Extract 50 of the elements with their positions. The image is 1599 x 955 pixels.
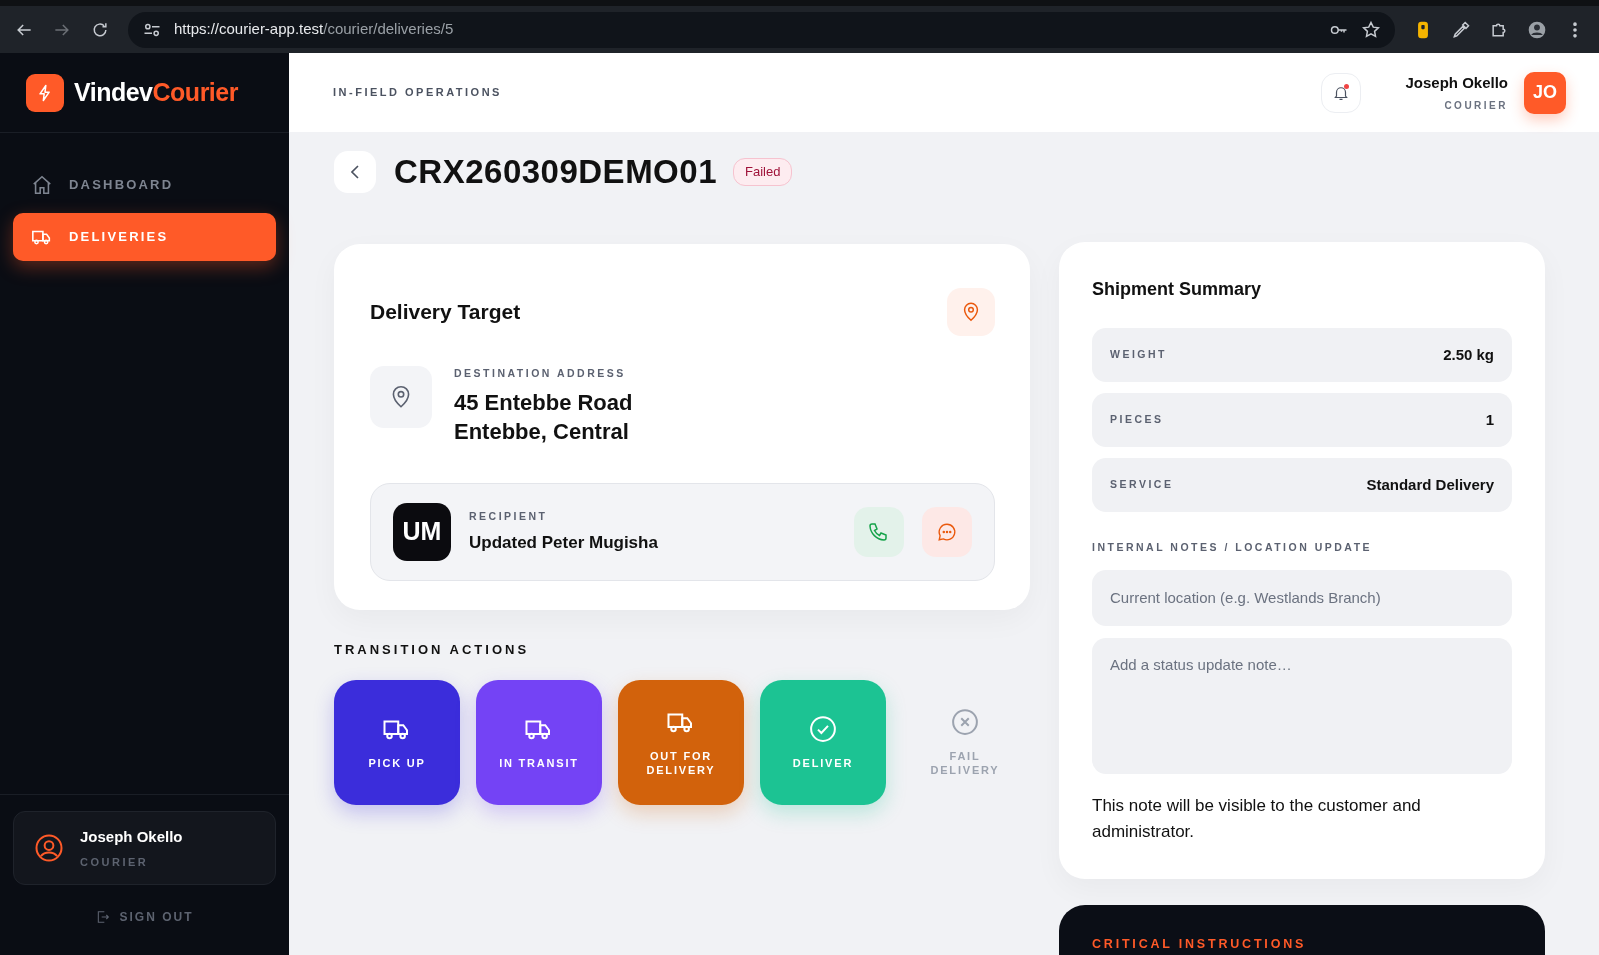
field-label: PIECES bbox=[1110, 412, 1164, 428]
card-title: Shipment Summary bbox=[1092, 278, 1263, 301]
field-label: SERVICE bbox=[1110, 477, 1174, 493]
map-pin-button[interactable] bbox=[947, 288, 995, 336]
field-label: DESTINATION ADDRESS bbox=[454, 366, 627, 381]
delivery-code: CRX260309DEMO01 bbox=[394, 152, 717, 193]
user-name: Joseph Okello bbox=[1405, 72, 1508, 93]
section-title: IN-FIELD OPERATIONS bbox=[333, 85, 503, 101]
notification-button[interactable] bbox=[1321, 72, 1362, 113]
card-title: Delivery Target bbox=[370, 299, 521, 326]
check-circle-icon bbox=[808, 713, 838, 744]
recipient-name: Updated Peter Mugisha bbox=[469, 532, 659, 555]
note-field[interactable]: Add a status update note… bbox=[1092, 637, 1512, 774]
user-name: Joseph Okello bbox=[80, 827, 183, 847]
action-button[interactable]: PICK UP bbox=[334, 679, 460, 805]
avatar: JO bbox=[1524, 71, 1566, 114]
home-icon bbox=[31, 174, 53, 196]
location-field[interactable]: Current location (e.g. Westlands Branch) bbox=[1092, 569, 1512, 626]
action-button[interactable]: IN TRANSIT bbox=[476, 679, 602, 805]
user-role: COURIER bbox=[80, 854, 150, 870]
hint-text: This note will be visible to the customer and administrator. bbox=[1092, 794, 1422, 844]
field-label: RECIPIENT bbox=[469, 508, 549, 524]
sidebar-item[interactable]: DELIVERIES bbox=[13, 213, 276, 261]
chevron-left-icon bbox=[351, 165, 359, 179]
section-heading: TRANSITION ACTIONS bbox=[334, 641, 531, 659]
action-button[interactable]: OUT FOR DELIVERY bbox=[618, 679, 744, 805]
field-label: WEIGHT bbox=[1110, 347, 1167, 363]
avatar-icon[interactable] bbox=[1527, 19, 1547, 40]
status-badge: Failed bbox=[733, 158, 793, 186]
field-value: Standard Delivery bbox=[1366, 474, 1494, 495]
action-button[interactable]: DELIVER bbox=[760, 679, 886, 805]
user-icon bbox=[34, 833, 64, 863]
eyedropper-icon[interactable] bbox=[1451, 19, 1471, 40]
field-label: INTERNAL NOTES / LOCATION UPDATE bbox=[1092, 540, 1374, 555]
brand-name: VindevCourier bbox=[74, 76, 238, 108]
user-role: COURIER bbox=[1443, 99, 1508, 114]
field-value: 2.50 kg bbox=[1443, 344, 1494, 365]
address-bar[interactable]: https://courier-app.test/courier/deliveries/5 bbox=[128, 11, 1395, 48]
recipient-avatar: UM bbox=[393, 503, 451, 562]
sign-out-icon bbox=[95, 909, 112, 925]
field-value: 1 bbox=[1485, 409, 1494, 430]
address-text: 45 Entebbe Road Entebbe, Central bbox=[454, 388, 633, 447]
sidebar-item[interactable]: DASHBOARD bbox=[13, 161, 276, 209]
sign-out-button[interactable]: SIGN OUT bbox=[82, 901, 207, 933]
url-text: https://courier-app.test/courier/deliveries/5 bbox=[174, 19, 454, 40]
chat-icon bbox=[936, 521, 958, 544]
close-circle-icon bbox=[950, 706, 980, 737]
card-title: CRITICAL INSTRUCTIONS bbox=[1092, 936, 1308, 954]
message-button[interactable] bbox=[922, 507, 972, 558]
star-icon[interactable] bbox=[1361, 19, 1381, 40]
